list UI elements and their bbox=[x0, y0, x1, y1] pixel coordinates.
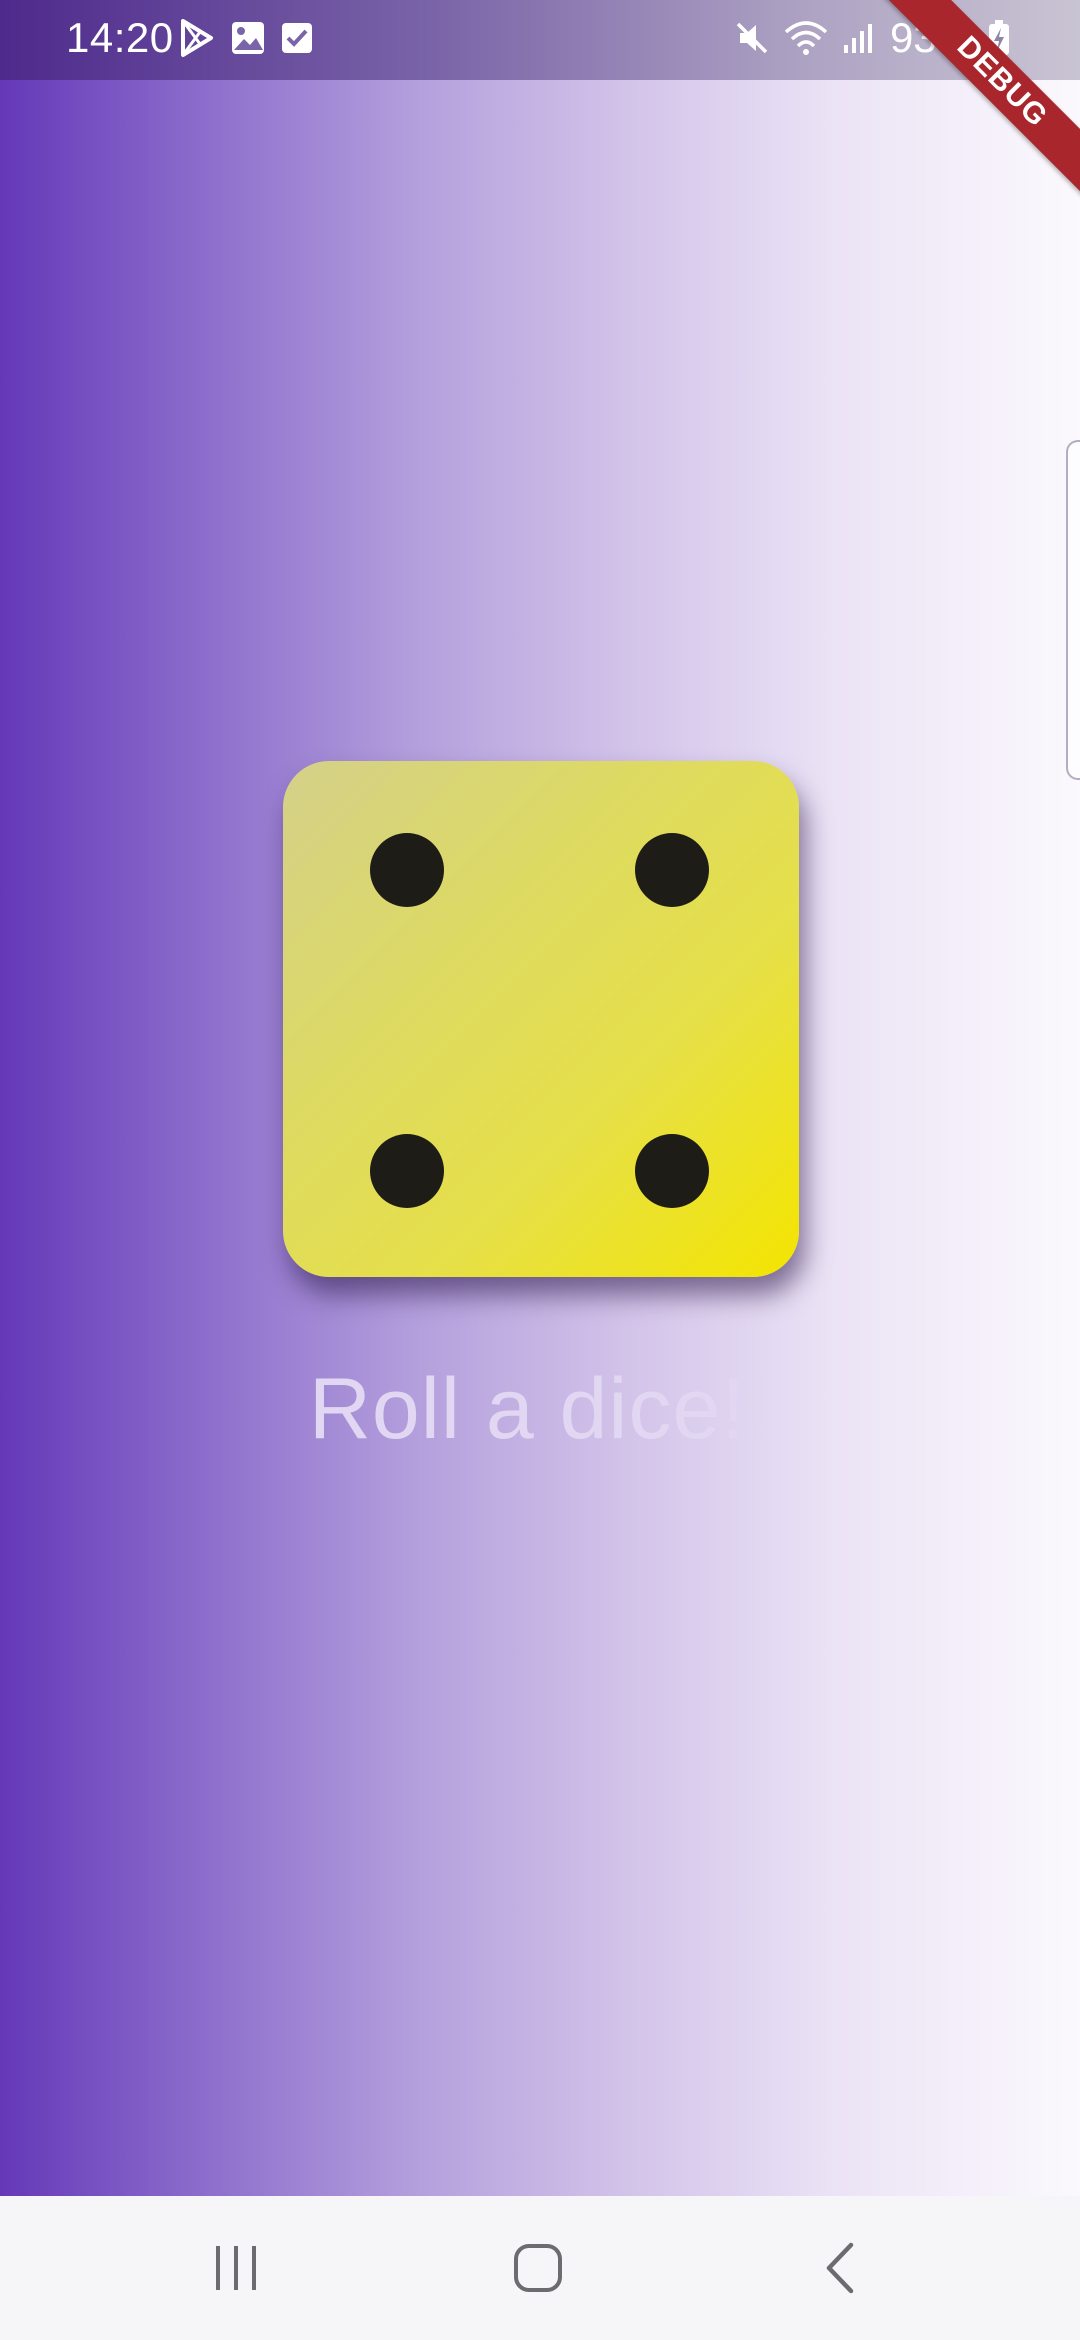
play-store-icon bbox=[178, 18, 216, 58]
status-time: 14:20 bbox=[66, 14, 174, 61]
notification-icons bbox=[178, 18, 314, 58]
dice-pip bbox=[370, 1134, 444, 1208]
recents-icon bbox=[212, 2243, 260, 2293]
edge-panel-handle[interactable] bbox=[1066, 440, 1080, 780]
dice-pip bbox=[635, 833, 709, 907]
wifi-icon bbox=[784, 20, 828, 56]
app-screen: 14:20 DEBUG Roll a dice!! bbox=[0, 0, 1080, 2340]
checkbox-icon bbox=[280, 21, 314, 55]
home-icon bbox=[513, 2243, 563, 2293]
home-button[interactable] bbox=[498, 2234, 578, 2302]
dice-pip bbox=[635, 1134, 709, 1208]
navigation-bar bbox=[0, 2196, 1080, 2340]
dice-face-four[interactable] bbox=[283, 761, 799, 1277]
back-icon bbox=[823, 2242, 857, 2294]
recents-button[interactable] bbox=[196, 2234, 276, 2302]
dice-pip bbox=[370, 833, 444, 907]
image-icon bbox=[230, 20, 266, 56]
signal-icon bbox=[842, 21, 876, 55]
back-button[interactable] bbox=[800, 2234, 880, 2302]
roll-prompt: Roll a dice!! bbox=[308, 1361, 772, 1457]
mute-icon bbox=[734, 20, 770, 56]
